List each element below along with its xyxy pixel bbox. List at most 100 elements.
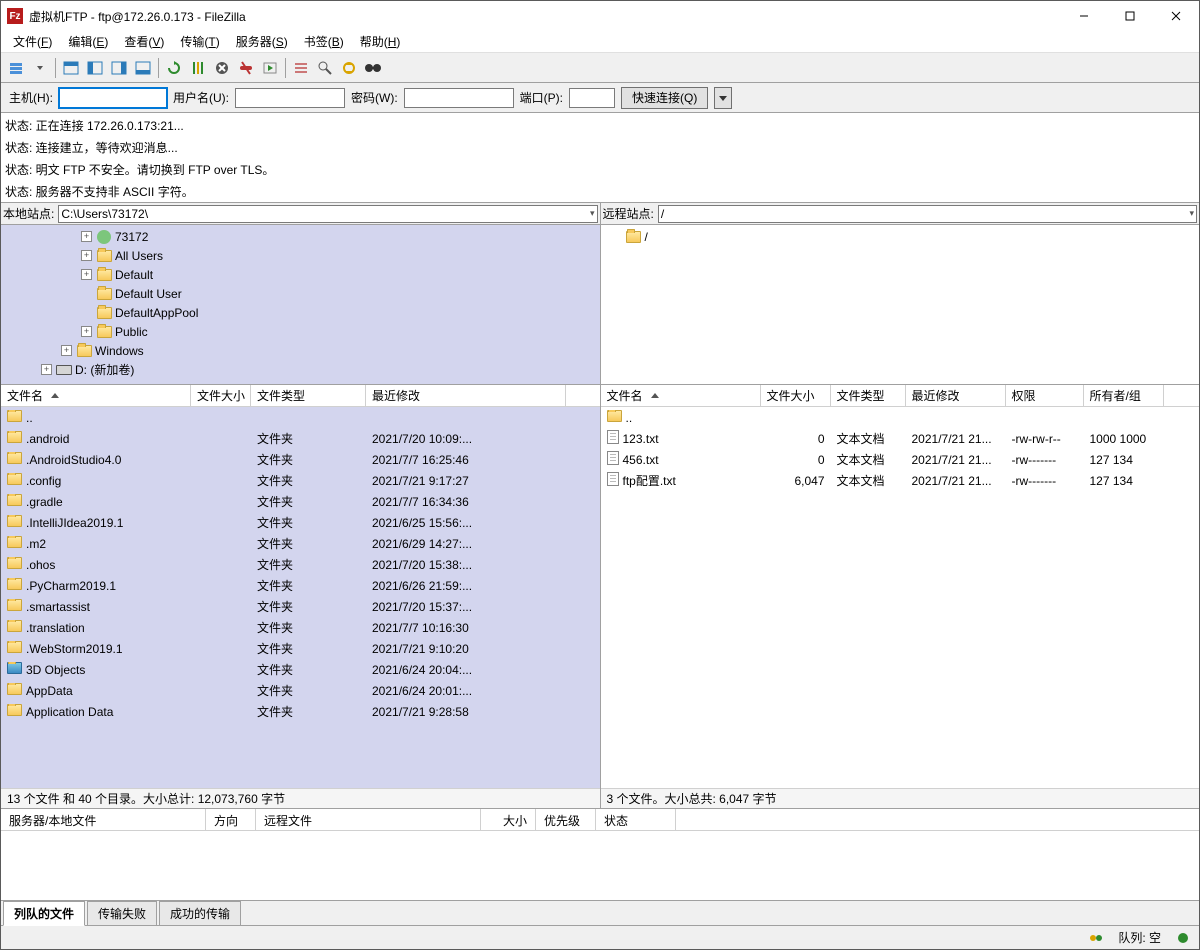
tree-node[interactable]: +All Users [1,246,600,265]
site-manager-icon[interactable] [5,57,27,79]
col-filetype[interactable]: 文件类型 [251,385,366,406]
list-item[interactable]: .android文件夹2021/7/20 10:09:... [1,428,600,449]
list-item[interactable]: .IntelliJIdea2019.1文件夹2021/6/25 15:56:..… [1,512,600,533]
search-icon[interactable] [362,57,384,79]
tree-node[interactable]: +D: (新加卷) [1,360,600,379]
tree-node[interactable]: +Public [1,322,600,341]
expand-icon[interactable]: + [81,250,92,261]
queue-header[interactable]: 服务器/本地文件 方向 远程文件 大小 优先级 状态 [1,809,1199,831]
local-path-combo[interactable]: C:\Users\73172\ ▾ [58,205,597,223]
host-input[interactable] [59,88,167,108]
tree-label: 73172 [115,230,148,244]
username-input[interactable] [235,88,345,108]
message-log[interactable]: 状态: 正在连接 172.26.0.173:21...状态: 连接建立，等待欢迎… [1,113,1199,203]
close-button[interactable] [1153,1,1199,31]
reconnect-icon[interactable] [259,57,281,79]
local-list-header[interactable]: 文件名 文件大小 文件类型 最近修改 [1,385,600,407]
queue-tab[interactable]: 成功的传输 [159,901,241,925]
list-item[interactable]: 3D Objects文件夹2021/6/24 20:04:... [1,659,600,680]
expand-icon[interactable]: + [81,231,92,242]
expand-icon[interactable]: + [81,326,92,337]
compare-icon[interactable] [314,57,336,79]
toggle-local-tree-icon[interactable] [84,57,106,79]
qcol-status[interactable]: 状态 [596,809,676,830]
sync-browse-icon[interactable] [338,57,360,79]
qcol-direction[interactable]: 方向 [206,809,256,830]
qcol-size[interactable]: 大小 [481,809,536,830]
tree-node[interactable]: +73172 [1,227,600,246]
queue-tab[interactable]: 传输失败 [87,901,157,925]
tree-label: / [645,230,648,244]
col-filesize[interactable]: 文件大小 [761,385,831,406]
toggle-queue-icon[interactable] [132,57,154,79]
col-filesize[interactable]: 文件大小 [191,385,251,406]
folder-icon [626,230,642,244]
col-filename[interactable]: 文件名 [1,385,191,406]
list-item[interactable]: 123.txt0文本文档2021/7/21 21...-rw-rw-r--100… [601,428,1200,449]
col-owner[interactable]: 所有者/组 [1084,385,1164,406]
filter-icon[interactable] [290,57,312,79]
list-item[interactable]: .AndroidStudio4.0文件夹2021/7/7 16:25:46 [1,449,600,470]
list-item[interactable]: Application Data文件夹2021/7/21 9:28:58 [1,701,600,722]
list-item[interactable]: .smartassist文件夹2021/7/20 15:37:... [1,596,600,617]
process-queue-icon[interactable] [187,57,209,79]
tree-node[interactable]: Default User [1,284,600,303]
menu-item[interactable]: 帮助(H) [352,31,409,52]
list-item[interactable]: .PyCharm2019.1文件夹2021/6/26 21:59:... [1,575,600,596]
col-modified[interactable]: 最近修改 [906,385,1006,406]
list-item[interactable]: .WebStorm2019.1文件夹2021/7/21 9:10:20 [1,638,600,659]
qcol-priority[interactable]: 优先级 [536,809,596,830]
port-input[interactable] [569,88,615,108]
tree-node[interactable]: +Default [1,265,600,284]
remote-site-label: 远程站点: [603,205,654,222]
local-tree[interactable]: +73172+All Users+DefaultDefault UserDefa… [1,225,600,385]
toggle-remote-tree-icon[interactable] [108,57,130,79]
remote-path-combo[interactable]: / ▾ [658,205,1197,223]
site-dropdown-icon[interactable] [29,57,51,79]
list-item[interactable]: .m2文件夹2021/6/29 14:27:... [1,533,600,554]
menu-item[interactable]: 服务器(S) [228,31,296,52]
menu-item[interactable]: 查看(V) [116,31,172,52]
menu-item[interactable]: 编辑(E) [60,31,116,52]
list-item[interactable]: ftp配置.txt6,047文本文档2021/7/21 21...-rw----… [601,470,1200,491]
remote-file-list[interactable]: ..123.txt0文本文档2021/7/21 21...-rw-rw-r--1… [601,407,1200,788]
disconnect-icon[interactable] [235,57,257,79]
menu-item[interactable]: 文件(F) [5,31,60,52]
remote-tree[interactable]: / [601,225,1200,385]
expand-icon[interactable]: + [41,364,52,375]
menu-item[interactable]: 传输(T) [172,31,227,52]
col-filename[interactable]: 文件名 [601,385,761,406]
tree-node[interactable]: +Windows [1,341,600,360]
list-item[interactable]: AppData文件夹2021/6/24 20:01:... [1,680,600,701]
tree-node[interactable]: / [601,227,1200,246]
queue-tab[interactable]: 列队的文件 [3,901,85,926]
list-item[interactable]: .ohos文件夹2021/7/20 15:38:... [1,554,600,575]
refresh-icon[interactable] [163,57,185,79]
minimize-button[interactable] [1061,1,1107,31]
list-item[interactable]: 456.txt0文本文档2021/7/21 21...-rw-------127… [601,449,1200,470]
maximize-button[interactable] [1107,1,1153,31]
menu-item[interactable]: 书签(B) [296,31,352,52]
list-item[interactable]: .config文件夹2021/7/21 9:17:27 [1,470,600,491]
local-file-list[interactable]: ...android文件夹2021/7/20 10:09:....Android… [1,407,600,788]
expand-icon[interactable]: + [61,345,72,356]
queue-body[interactable] [1,831,1199,900]
remote-list-header[interactable]: 文件名 文件大小 文件类型 最近修改 权限 所有者/组 [601,385,1200,407]
qcol-server[interactable]: 服务器/本地文件 [1,809,206,830]
tree-node[interactable]: DefaultAppPool [1,303,600,322]
toggle-log-icon[interactable] [60,57,82,79]
cancel-icon[interactable] [211,57,233,79]
col-filetype[interactable]: 文件类型 [831,385,906,406]
quickconnect-dropdown[interactable] [714,87,732,109]
qcol-remote[interactable]: 远程文件 [256,809,481,830]
expand-icon[interactable]: + [81,269,92,280]
col-modified[interactable]: 最近修改 [366,385,566,406]
password-input[interactable] [404,88,514,108]
quickconnect-button[interactable]: 快速连接(Q) [621,87,708,109]
queue-status-text: 队列: 空 [1118,929,1161,946]
list-item[interactable]: .translation文件夹2021/7/7 10:16:30 [1,617,600,638]
list-item[interactable]: .. [1,407,600,428]
col-permissions[interactable]: 权限 [1006,385,1084,406]
list-item[interactable]: .. [601,407,1200,428]
list-item[interactable]: .gradle文件夹2021/7/7 16:34:36 [1,491,600,512]
